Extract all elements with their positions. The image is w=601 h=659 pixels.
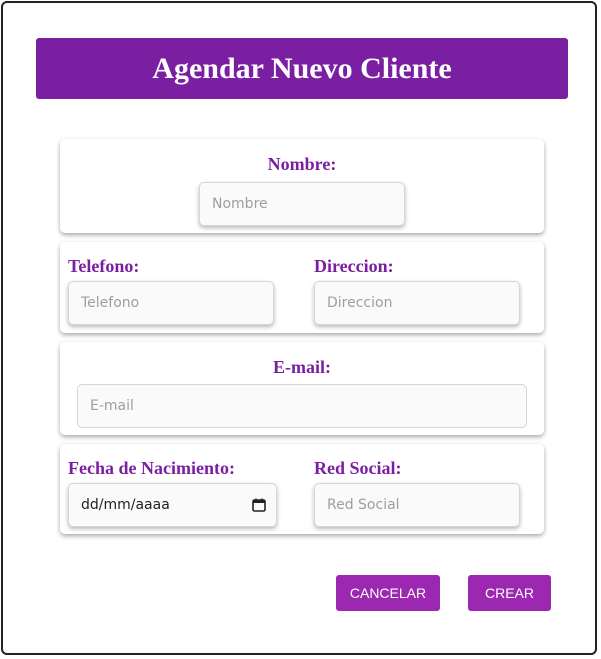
calendar-icon[interactable] — [252, 498, 266, 512]
email-label: E-mail: — [273, 357, 331, 377]
email-input[interactable]: E-mail — [77, 384, 527, 428]
new-client-dialog: Agendar Nuevo Cliente Nombre: Nombre Tel… — [1, 1, 597, 655]
create-button[interactable]: CREAR — [468, 575, 551, 611]
direccion-input[interactable]: Direccion — [314, 281, 520, 325]
dialog-header: Agendar Nuevo Cliente — [36, 38, 568, 99]
fecha-nacimiento-label: Fecha de Nacimiento: — [68, 458, 235, 478]
telefono-direccion-card: Telefono: Telefono Direccion: Direccion — [60, 242, 544, 333]
nombre-input[interactable]: Nombre — [199, 182, 405, 226]
fecha-red-card: Fecha de Nacimiento: dd/mm/aaaa Red Soci… — [60, 444, 544, 534]
email-card: E-mail: E-mail — [60, 342, 544, 435]
red-social-label: Red Social: — [314, 458, 402, 478]
nombre-label: Nombre: — [267, 154, 337, 174]
telefono-label: Telefono: — [68, 256, 140, 276]
dialog-title: Agendar Nuevo Cliente — [152, 51, 452, 85]
fecha-nacimiento-input[interactable]: dd/mm/aaaa — [68, 483, 277, 527]
direccion-label: Direccion: — [314, 256, 394, 276]
red-social-input[interactable]: Red Social — [314, 483, 520, 527]
cancel-button[interactable]: CANCELAR — [336, 575, 440, 611]
telefono-input[interactable]: Telefono — [68, 281, 274, 325]
nombre-card: Nombre: Nombre — [60, 139, 544, 233]
fecha-value: dd/mm/aaaa — [81, 497, 170, 513]
